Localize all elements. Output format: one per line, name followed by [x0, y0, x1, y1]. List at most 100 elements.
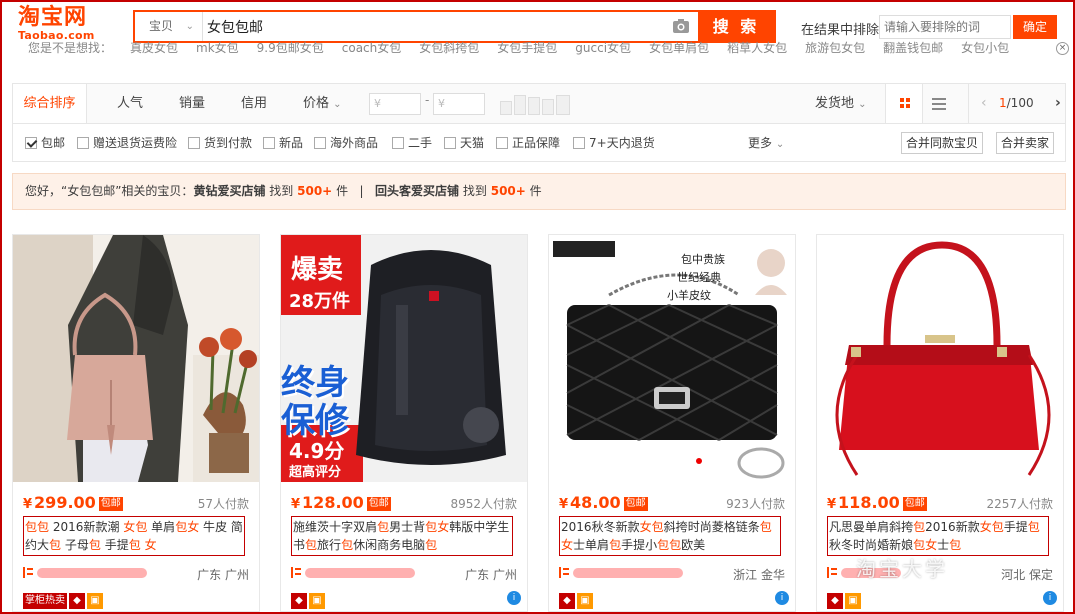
price-to-input[interactable]: ¥ — [433, 93, 485, 115]
insurance-badge-icon[interactable]: ▣ — [309, 593, 325, 609]
brand-badge-icon[interactable]: ◆ — [559, 593, 575, 609]
hot-sale-badge[interactable]: 掌柜热卖 — [23, 593, 67, 609]
product-image[interactable] — [817, 235, 1063, 482]
price-from-input[interactable]: ¥ — [369, 93, 421, 115]
merge-seller-button[interactable]: 合并卖家 — [996, 132, 1054, 154]
search-type-select[interactable]: 宝贝 ⌄ — [135, 12, 203, 41]
insurance-badge-icon[interactable]: ▣ — [845, 593, 861, 609]
checkbox-icon[interactable] — [263, 137, 275, 149]
product-title[interactable]: 施维茨十字双肩包男士背包女韩版中学生书包旅行包休闲商务电脑包 — [291, 516, 513, 556]
notice-shop2[interactable]: 回头客爱买店铺 — [375, 184, 459, 198]
checkbox-icon[interactable] — [496, 137, 508, 149]
filter-checkbox[interactable]: 新品 — [263, 136, 303, 150]
more-filters[interactable]: 更多 ⌄ — [748, 136, 784, 152]
sort-popularity[interactable]: 人气 — [117, 84, 143, 123]
keyword-highlight: 包 — [128, 538, 141, 552]
search-input[interactable] — [207, 16, 667, 38]
merge-same-button[interactable]: 合并同款宝贝 — [901, 132, 983, 154]
hot-word-link[interactable]: coach女包 — [342, 41, 402, 55]
sort-default[interactable]: 综合排序 — [13, 84, 87, 123]
hot-word-link[interactable]: 9.9包邮女包 — [257, 41, 324, 55]
hot-word-link[interactable]: 女包小包 — [961, 41, 1009, 55]
product-image[interactable]: 包中贵族 世纪经典 小羊皮纹 — [549, 235, 795, 482]
price-bar — [528, 97, 540, 115]
chevron-right-icon[interactable]: › — [1055, 84, 1061, 123]
promo-sold-count: 28万件 — [289, 291, 351, 312]
hot-word-link[interactable]: gucci女包 — [575, 41, 631, 55]
product-image[interactable]: 爆卖 28万件 终身 保修 4.9分 超高评分 — [281, 235, 527, 482]
promo-rating-sub: 超高评分 — [289, 465, 342, 480]
sort-price[interactable]: 价格 ⌄ — [303, 84, 342, 123]
info-icon[interactable]: i — [507, 591, 521, 605]
filter-checkbox[interactable]: 海外商品 — [314, 136, 378, 150]
checkbox-icon[interactable] — [392, 137, 404, 149]
price-bar — [500, 101, 512, 115]
brand-badge-icon[interactable]: ◆ — [291, 593, 307, 609]
filter-checkbox[interactable]: 二手 — [392, 136, 432, 150]
insurance-badge-icon[interactable]: ▣ — [87, 593, 103, 609]
product-title[interactable]: 包包 2016新款潮 女包 单肩包女 牛皮 简约大包 子母包 手提包 女 — [23, 516, 245, 556]
camera-icon[interactable] — [672, 18, 690, 34]
shop-name-redacted[interactable] — [37, 568, 147, 578]
product-image[interactable] — [13, 235, 259, 482]
hot-word-link[interactable]: 真皮女包 — [130, 41, 178, 55]
insurance-badge-icon[interactable]: ▣ — [577, 593, 593, 609]
search-button[interactable]: 搜 索 — [698, 12, 774, 41]
filter-checkbox[interactable]: 赠送退货运费险 — [77, 136, 177, 150]
price-currency: ¥ — [559, 497, 569, 512]
shop-name-redacted[interactable] — [573, 568, 683, 578]
list-line — [932, 103, 946, 105]
keyword-highlight: 包 — [49, 538, 62, 552]
info-icon[interactable]: i — [775, 591, 789, 605]
filter-checkbox[interactable]: 包邮 — [25, 136, 65, 150]
free-shipping-tag: 包邮 — [623, 497, 648, 511]
taobao-logo[interactable]: 淘宝网 Taobao.com — [18, 6, 108, 42]
hot-word-link[interactable]: 旅游包女包 — [805, 41, 865, 55]
info-icon[interactable]: i — [1043, 591, 1057, 605]
filter-checkbox[interactable]: 货到付款 — [188, 136, 252, 150]
product-card[interactable]: 爆卖 28万件 终身 保修 4.9分 超高评分 ¥128.00 包邮 8952人付… — [280, 234, 528, 612]
product-title[interactable]: 凡思曼单肩斜挎包2016新款女包手提包秋冬时尚婚新娘包女士包 — [827, 516, 1049, 556]
hot-word-link[interactable]: 女包手提包 — [497, 41, 557, 55]
checkbox-icon[interactable] — [573, 137, 585, 149]
ship-from-select[interactable]: 发货地 ⌄ — [815, 84, 867, 123]
hot-word-link[interactable]: mk女包 — [196, 41, 239, 55]
checkbox-icon[interactable] — [77, 137, 89, 149]
keyword-highlight: 包 — [913, 520, 926, 534]
shop-name-redacted[interactable] — [305, 568, 415, 578]
grid-view-icon[interactable] — [885, 84, 923, 123]
free-shipping-tag: 包邮 — [902, 497, 927, 511]
promo-line-3: 小羊皮纹 — [667, 289, 711, 302]
hot-word-link[interactable]: 女包斜挎包 — [419, 41, 479, 55]
hot-word-link[interactable]: 稻草人女包 — [727, 41, 787, 55]
filter-checkbox[interactable]: 天猫 — [444, 136, 484, 150]
exclude-confirm-button[interactable]: 确定 — [1013, 15, 1057, 39]
hot-word-link[interactable]: 女包单肩包 — [649, 41, 709, 55]
grid-dot — [906, 98, 910, 102]
filter-checkbox[interactable]: 7+天内退货 — [573, 136, 655, 150]
list-view-icon[interactable] — [932, 98, 946, 110]
brand-badge-icon[interactable]: ◆ — [69, 593, 85, 609]
filter-checkbox[interactable]: 正品保障 — [496, 136, 560, 150]
sort-credit[interactable]: 信用 — [241, 84, 267, 123]
price-currency: ¥ — [291, 497, 301, 512]
ship-from-label: 发货地 — [815, 96, 855, 111]
checkbox-icon[interactable] — [25, 137, 37, 149]
chevron-left-icon[interactable]: ‹ — [981, 84, 987, 123]
product-card[interactable]: 包中贵族 世纪经典 小羊皮纹 ¥48.00 包邮 923人付款 2016秋冬新款女… — [548, 234, 796, 612]
product-card[interactable]: ¥299.00 包邮 57人付款 包包 2016新款潮 女包 单肩包女 牛皮 简约… — [12, 234, 260, 612]
exclude-input[interactable] — [879, 15, 1011, 39]
hot-words-prefix: 您是不是想找： — [28, 41, 113, 55]
price-distribution-bars[interactable] — [500, 93, 577, 115]
shop-icon — [291, 567, 301, 578]
brand-badge-icon[interactable]: ◆ — [827, 593, 843, 609]
checkbox-icon[interactable] — [444, 137, 456, 149]
hot-word-link[interactable]: 翻盖钱包邮 — [883, 41, 943, 55]
checkbox-icon[interactable] — [188, 137, 200, 149]
sort-sales[interactable]: 销量 — [179, 84, 205, 123]
notice-shop1[interactable]: 黄钻爱买店铺 — [193, 184, 265, 198]
checkbox-icon[interactable] — [314, 137, 326, 149]
product-title[interactable]: 2016秋冬新款女包斜挎时尚菱格链条包女士单肩包手提小包包欧美 — [559, 516, 781, 556]
keyword-highlight: 包 — [305, 538, 318, 552]
close-icon[interactable]: × — [1056, 42, 1069, 55]
